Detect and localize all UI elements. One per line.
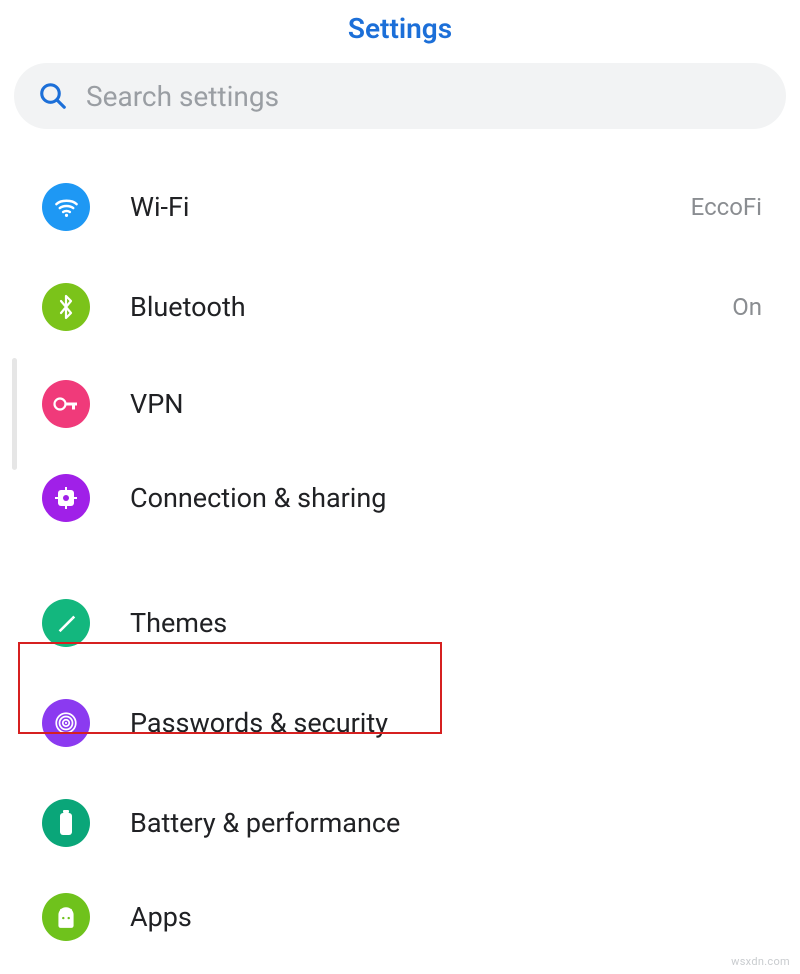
apps-icon bbox=[42, 893, 90, 941]
search-placeholder: Search settings bbox=[86, 80, 279, 113]
wifi-icon bbox=[42, 183, 90, 231]
item-label: Bluetooth bbox=[130, 291, 732, 323]
settings-list: Wi-Fi EccoFi Bluetooth On VPN bbox=[0, 157, 800, 961]
connection-icon bbox=[42, 474, 90, 522]
settings-item-connection[interactable]: Connection & sharing bbox=[0, 451, 800, 545]
settings-item-security[interactable]: Passwords & security bbox=[0, 673, 800, 773]
settings-item-apps[interactable]: Apps bbox=[0, 873, 800, 961]
settings-item-themes[interactable]: Themes bbox=[0, 573, 800, 673]
item-label: VPN bbox=[130, 388, 762, 420]
item-label: Themes bbox=[130, 607, 762, 639]
search-input[interactable]: Search settings bbox=[14, 63, 786, 129]
page-title: Settings bbox=[0, 12, 800, 45]
item-value: EccoFi bbox=[691, 193, 762, 221]
fingerprint-icon bbox=[42, 699, 90, 747]
themes-icon bbox=[42, 599, 90, 647]
settings-item-wifi[interactable]: Wi-Fi EccoFi bbox=[0, 157, 800, 257]
item-label: Wi-Fi bbox=[130, 191, 691, 223]
item-label: Battery & performance bbox=[130, 807, 762, 839]
header: Settings bbox=[0, 0, 800, 63]
bluetooth-icon bbox=[42, 283, 90, 331]
battery-icon bbox=[42, 799, 90, 847]
item-value: On bbox=[732, 293, 762, 321]
section-gap bbox=[0, 545, 800, 573]
scroll-indicator bbox=[12, 358, 17, 470]
watermark: wsxdn.com bbox=[731, 955, 790, 968]
item-label: Apps bbox=[130, 901, 762, 933]
vpn-icon bbox=[42, 380, 90, 428]
settings-item-battery[interactable]: Battery & performance bbox=[0, 773, 800, 873]
item-label: Passwords & security bbox=[130, 707, 762, 739]
settings-item-vpn[interactable]: VPN bbox=[0, 357, 800, 451]
search-icon bbox=[38, 81, 68, 111]
settings-item-bluetooth[interactable]: Bluetooth On bbox=[0, 257, 800, 357]
item-label: Connection & sharing bbox=[130, 482, 762, 514]
